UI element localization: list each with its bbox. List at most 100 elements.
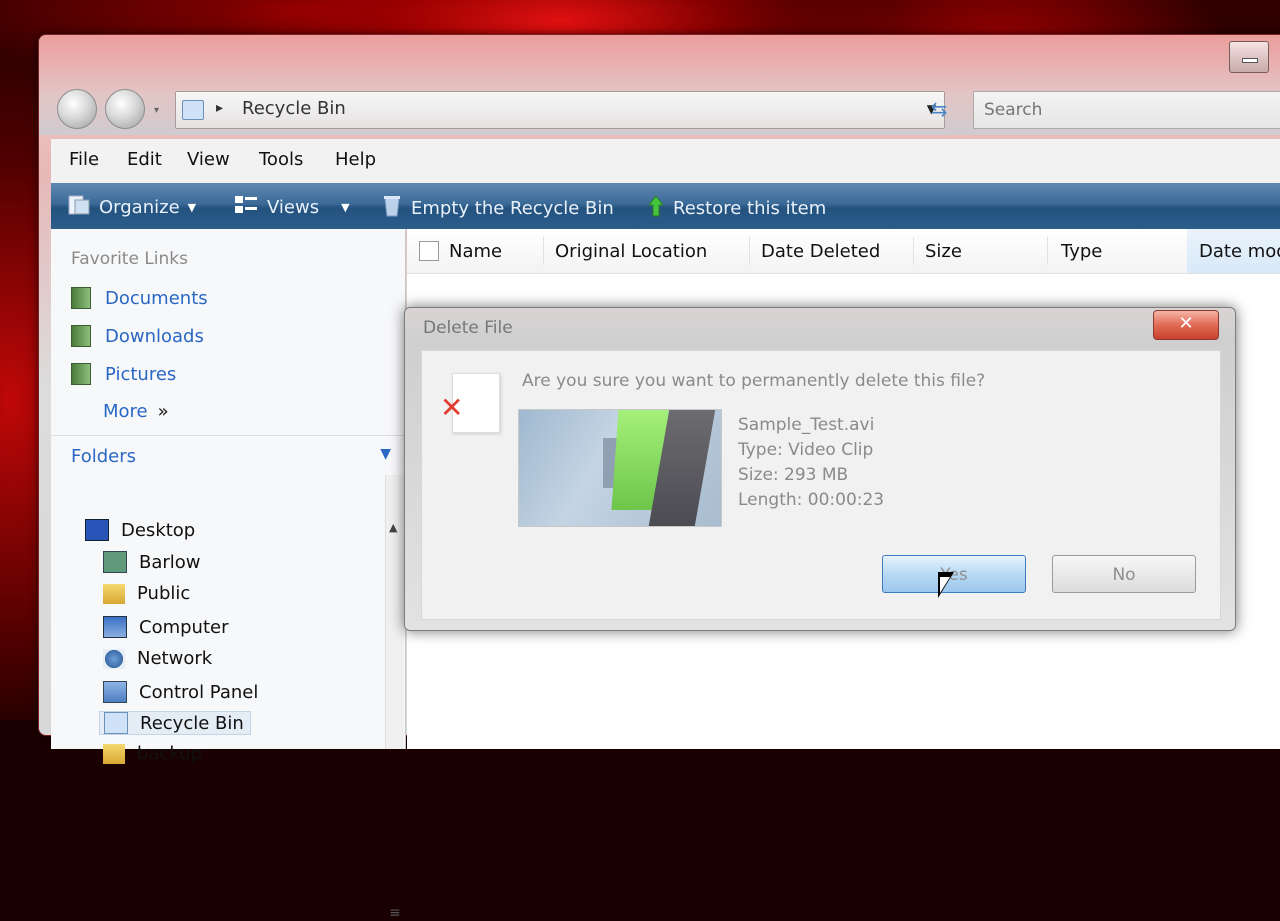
tree-item-computer[interactable]: Computer	[103, 616, 228, 638]
pictures-icon	[71, 363, 91, 385]
favorite-links-heading: Favorite Links	[71, 249, 189, 269]
video-thumbnail	[518, 409, 722, 527]
folders-scrollbar[interactable]: ▲	[385, 475, 404, 749]
restore-item-label: Restore this item	[673, 198, 827, 219]
empty-recycle-bin-label: Empty the Recycle Bin	[411, 198, 614, 219]
resize-grip-icon[interactable]: ≡	[389, 905, 401, 921]
close-button[interactable]: ✕	[1153, 310, 1219, 340]
recycle-bin-icon	[104, 712, 128, 734]
column-divider[interactable]	[543, 237, 544, 265]
menu-file[interactable]: File	[69, 149, 99, 170]
menu-edit[interactable]: Edit	[127, 149, 162, 170]
favorite-downloads[interactable]: Downloads	[71, 325, 204, 347]
file-size: Size: 293 MB	[738, 465, 849, 485]
column-original-location[interactable]: Original Location	[555, 241, 707, 262]
tree-item-label: Barlow	[139, 551, 201, 573]
column-size[interactable]: Size	[925, 241, 962, 262]
tree-item-public[interactable]: Public	[103, 583, 190, 604]
empty-recycle-bin-button[interactable]: Empty the Recycle Bin	[381, 194, 614, 223]
folders-header[interactable]: Folders ▼	[51, 435, 405, 476]
views-icon	[233, 194, 259, 221]
folder-icon	[103, 743, 125, 764]
restore-item-button[interactable]: Restore this item	[647, 194, 826, 223]
address-text[interactable]: Recycle Bin	[242, 98, 346, 119]
menu-view[interactable]: View	[187, 149, 230, 170]
recent-pages-chevron-icon[interactable]: ▾	[154, 105, 159, 116]
tree-item-label: Network	[137, 648, 213, 669]
red-x-icon: ✕	[440, 391, 464, 424]
column-name[interactable]: Name	[449, 241, 502, 262]
column-date-modified[interactable]: Date mod	[1199, 241, 1280, 262]
computer-icon	[103, 616, 127, 638]
network-icon	[103, 648, 125, 669]
yes-button[interactable]: Yes	[882, 555, 1026, 593]
downloads-icon	[71, 325, 91, 347]
user-folder-icon	[103, 551, 127, 573]
chevron-down-icon[interactable]: ▼	[380, 446, 391, 462]
documents-icon	[71, 287, 91, 309]
control-panel-icon	[103, 681, 127, 703]
organize-icon	[67, 194, 91, 221]
back-button[interactable]	[57, 89, 97, 129]
menu-help[interactable]: Help	[335, 149, 376, 170]
file-type: Type: Video Clip	[738, 440, 874, 460]
tree-item-label: Control Panel	[139, 681, 259, 703]
column-type[interactable]: Type	[1061, 241, 1102, 262]
favorite-label: Pictures	[105, 363, 177, 385]
favorite-pictures[interactable]: Pictures	[71, 363, 176, 385]
organize-dropdown-icon: ▼	[187, 201, 197, 214]
no-button[interactable]: No	[1052, 555, 1196, 593]
favorite-label: Downloads	[105, 325, 204, 347]
tree-item-label: Computer	[139, 616, 229, 638]
more-link[interactable]: More »	[103, 401, 169, 422]
refresh-icon[interactable]: ⇆	[919, 93, 959, 125]
views-button[interactable]: Views ▼	[233, 194, 350, 221]
menu-bar: File Edit View Tools Help	[51, 139, 1280, 184]
folders-heading: Folders	[71, 446, 137, 467]
desktop-icon	[85, 519, 109, 541]
tree-item-recycle-bin[interactable]: Recycle Bin	[99, 711, 251, 735]
views-label: Views	[267, 197, 320, 218]
select-all-checkbox[interactable]	[419, 241, 439, 261]
column-header: Name Original Location Date Deleted Size…	[407, 229, 1280, 274]
tree-item-backup[interactable]: backup	[103, 743, 202, 764]
scroll-up-icon[interactable]: ▲	[389, 521, 397, 534]
double-chevron-icon: »	[157, 401, 169, 422]
folder-icon	[103, 583, 125, 604]
column-date-deleted[interactable]: Date Deleted	[761, 241, 880, 262]
minimize-button[interactable]	[1229, 41, 1269, 73]
forward-button[interactable]	[105, 89, 145, 129]
tree-item-control-panel[interactable]: Control Panel	[103, 681, 258, 703]
search-input[interactable]	[974, 92, 1280, 128]
restore-arrow-icon	[647, 194, 665, 223]
tree-item-label: Public	[137, 583, 191, 604]
tree-item-network[interactable]: Network	[103, 648, 212, 669]
recycle-bin-icon	[381, 194, 403, 223]
recycle-bin-icon	[182, 100, 204, 120]
favorite-label: Documents	[105, 287, 208, 309]
tree-item-desktop[interactable]: Desktop	[85, 519, 195, 541]
file-name: Sample_Test.avi	[738, 415, 875, 435]
navigation-pane: Favorite Links Documents Downloads Pictu…	[51, 229, 406, 921]
tree-item-label: Recycle Bin	[140, 712, 244, 734]
menu-tools[interactable]: Tools	[259, 149, 303, 170]
column-divider[interactable]	[913, 237, 914, 265]
favorite-documents[interactable]: Documents	[71, 287, 208, 309]
organize-button[interactable]: Organize ▼	[67, 194, 196, 221]
more-label: More	[103, 401, 148, 422]
column-divider[interactable]	[1047, 237, 1048, 265]
address-bar[interactable]: ▸ Recycle Bin ▼	[175, 91, 945, 129]
tree-item-label: backup	[137, 743, 203, 764]
dialog-title: Delete File	[423, 318, 513, 338]
column-divider[interactable]	[749, 237, 750, 265]
delete-file-dialog: Delete File ✕ ✕ Are you sure you want to…	[404, 307, 1236, 631]
breadcrumb-arrow-icon[interactable]: ▸	[216, 100, 223, 116]
file-length: Length: 00:00:23	[738, 490, 885, 510]
organize-label: Organize	[99, 197, 180, 218]
tree-item-barlow[interactable]: Barlow	[103, 551, 201, 573]
confirm-question: Are you sure you want to permanently del…	[522, 371, 986, 391]
dialog-body: ✕ Are you sure you want to permanently d…	[421, 350, 1221, 620]
views-dropdown-icon: ▼	[341, 201, 350, 214]
search-box[interactable]	[973, 91, 1280, 129]
command-bar: Organize ▼ Views ▼ Empty the Recycle Bin…	[51, 183, 1280, 229]
